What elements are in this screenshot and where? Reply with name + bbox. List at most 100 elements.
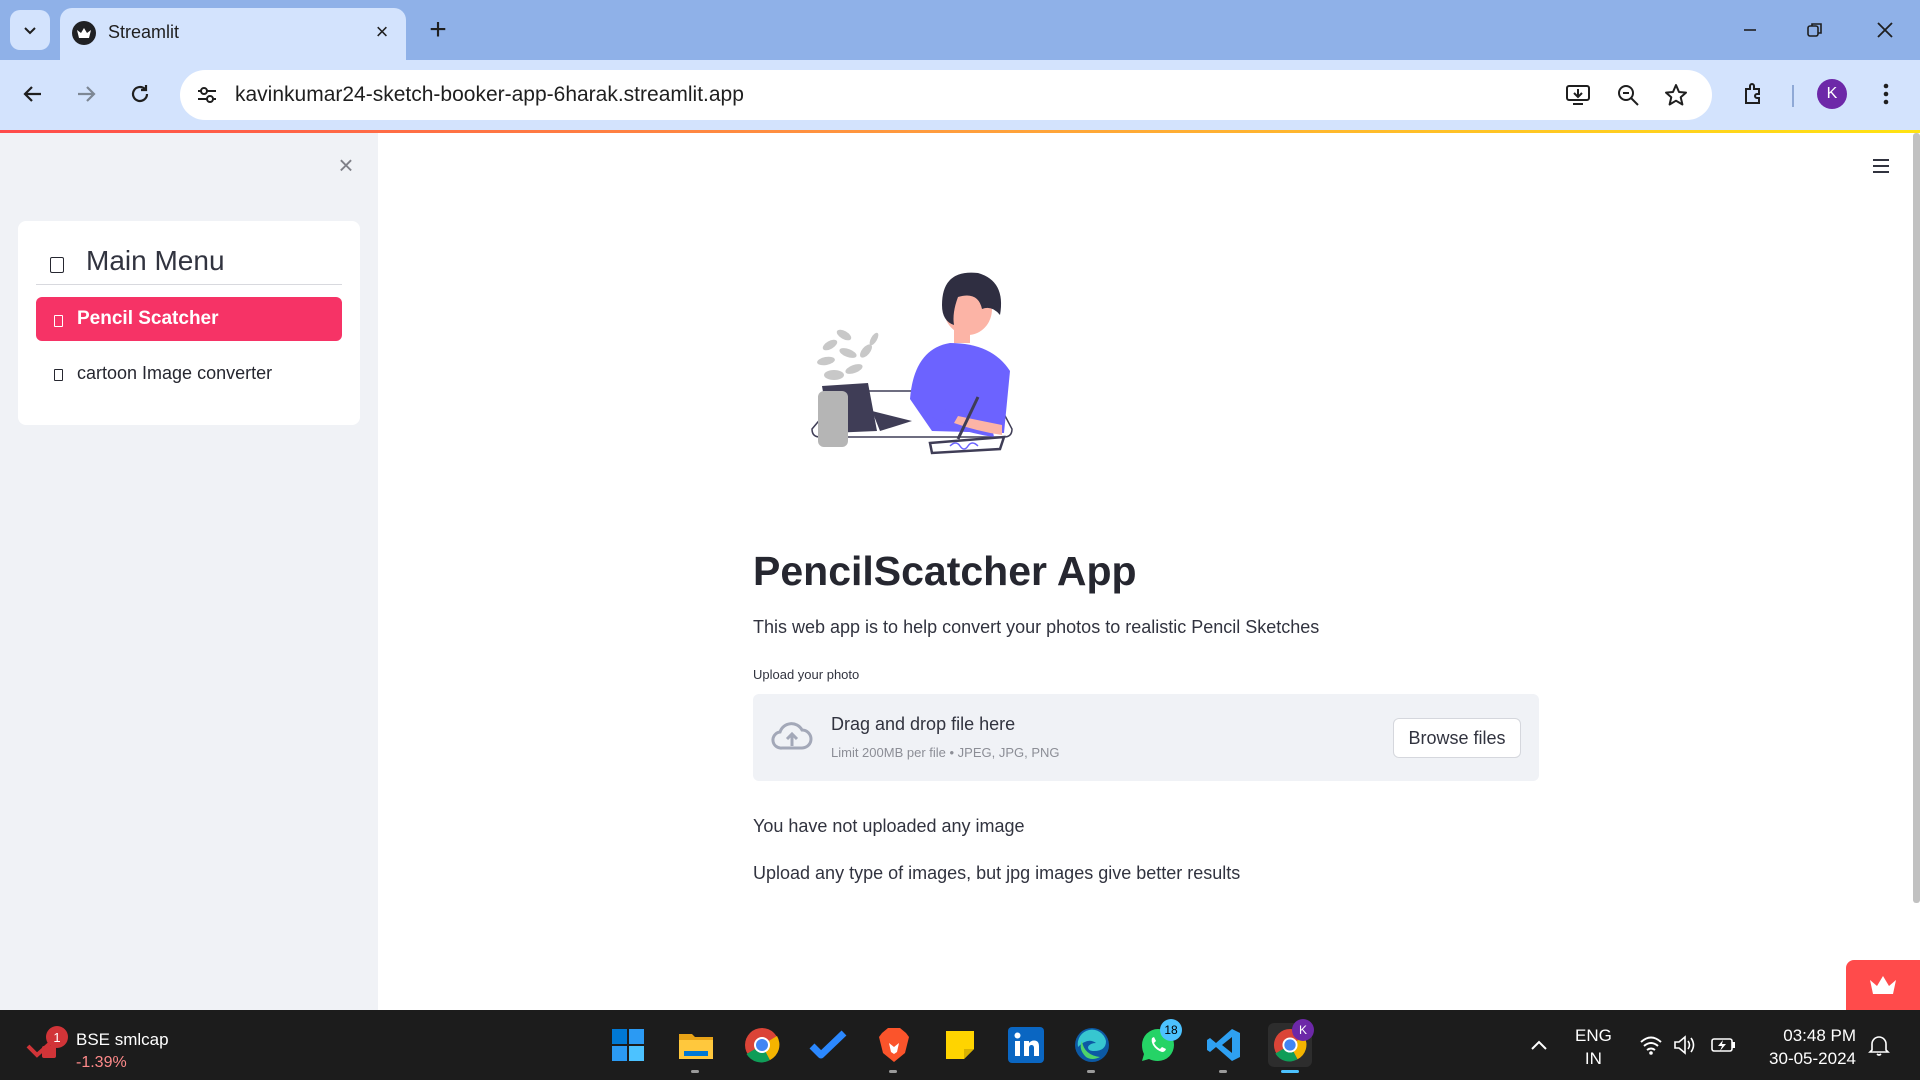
brave-button[interactable] <box>872 1023 916 1073</box>
restore-icon <box>1807 23 1822 37</box>
folder-icon <box>679 1034 713 1059</box>
forward-button[interactable] <box>66 74 106 114</box>
stock-name: BSE smlcap <box>76 1030 169 1049</box>
upload-tip-text: Upload any type of images, but jpg image… <box>753 863 1241 883</box>
tab-search-button[interactable] <box>10 10 50 50</box>
bookmark-star-icon[interactable] <box>1660 80 1692 110</box>
profile-avatar[interactable]: K <box>1817 79 1847 109</box>
active-indicator <box>1281 1070 1299 1073</box>
vscode-button[interactable] <box>1202 1023 1246 1073</box>
menu-item-label: cartoon Image converter <box>77 362 273 383</box>
checkmark-icon <box>809 1030 847 1059</box>
option-menu: Main Menu Pencil Scatcher cartoon Image … <box>18 221 360 425</box>
clock[interactable]: 03:48 PM 30-05-2024 <box>1760 1024 1856 1080</box>
close-icon <box>1877 22 1893 38</box>
restore-button[interactable] <box>1790 10 1840 50</box>
menu-item-label: Pencil Scatcher <box>77 308 219 329</box>
browse-files-button[interactable]: Browse files <box>1393 718 1521 758</box>
menu-item-icon <box>54 368 63 381</box>
chrome-active-button[interactable]: K <box>1268 1019 1314 1073</box>
chrome-profile-badge: K <box>1292 1019 1314 1041</box>
tab-close-icon[interactable]: × <box>368 18 396 46</box>
clock-date: 30-05-2024 <box>1769 1049 1856 1068</box>
manage-app-button[interactable] <box>1846 960 1920 1010</box>
notifications-icon[interactable] <box>1866 1032 1892 1058</box>
volume-icon[interactable] <box>1672 1032 1698 1058</box>
install-app-icon[interactable] <box>1562 80 1594 110</box>
edge-button[interactable] <box>1070 1023 1114 1073</box>
main-content: PencilScatcher App This web app is to he… <box>378 133 1920 1010</box>
running-indicator <box>691 1070 699 1073</box>
dropzone-instructions: Drag and drop file here <box>831 714 1016 734</box>
minimize-button[interactable] <box>1725 10 1775 50</box>
chrome-icon <box>745 1028 780 1063</box>
menu-item-cartoon-image-converter[interactable]: cartoon Image converter <box>36 351 342 395</box>
running-indicator <box>889 1070 897 1073</box>
language-indicator[interactable]: ENG IN <box>1575 1024 1612 1080</box>
stock-widget[interactable]: 1 BSE smlcap -1.39% <box>26 1020 206 1071</box>
menu-header: Main Menu <box>36 237 342 285</box>
linkedin-button[interactable] <box>1004 1023 1048 1067</box>
brave-lion-icon <box>879 1028 909 1062</box>
cloud-upload-icon <box>771 722 813 750</box>
whatsapp-button[interactable]: 18 <box>1136 1019 1182 1067</box>
windows-taskbar: 1 BSE smlcap -1.39% 18 K ENG IN 03:48 PM… <box>0 1010 1920 1080</box>
browser-toolbar: kavinkumar24-sketch-booker-app-6harak.st… <box>0 60 1920 130</box>
reload-button[interactable] <box>120 74 160 114</box>
vscode-icon <box>1207 1029 1240 1061</box>
page-description: This web app is to help convert your pho… <box>753 617 1320 637</box>
clock-time: 03:48 PM <box>1783 1026 1856 1045</box>
edge-icon <box>1075 1028 1109 1062</box>
show-hidden-icons-icon[interactable] <box>1526 1032 1552 1058</box>
menu-item-pencil-scatcher[interactable]: Pencil Scatcher <box>36 297 342 341</box>
url-text[interactable]: kavinkumar24-sketch-booker-app-6harak.st… <box>235 83 744 107</box>
upload-status-text: You have not uploaded any image <box>753 816 1025 836</box>
dropzone-limit-text: Limit 200MB per file • JPEG, JPG, PNG <box>831 745 1060 760</box>
more-menu-icon[interactable] <box>1866 74 1906 114</box>
language-code: ENG <box>1575 1026 1612 1045</box>
back-button[interactable] <box>13 74 53 114</box>
toolbar-divider <box>1792 85 1794 107</box>
todo-button[interactable] <box>806 1023 850 1067</box>
close-window-button[interactable] <box>1860 10 1910 50</box>
whatsapp-unread-badge: 18 <box>1160 1019 1182 1041</box>
chevron-down-icon <box>24 27 36 35</box>
illustration-image <box>811 272 1013 455</box>
file-explorer-button[interactable] <box>674 1023 718 1073</box>
battery-charging-icon[interactable] <box>1710 1032 1736 1058</box>
region-code: IN <box>1584 1049 1602 1068</box>
extensions-icon[interactable] <box>1734 74 1774 114</box>
minimize-icon <box>1744 29 1756 31</box>
sticky-notes-button[interactable] <box>938 1023 982 1067</box>
arrow-left-icon <box>23 86 41 102</box>
new-tab-button[interactable]: + <box>420 12 456 48</box>
chrome-button[interactable] <box>740 1023 784 1067</box>
linkedin-icon <box>1008 1027 1044 1063</box>
streamlit-favicon-icon <box>72 21 96 45</box>
browser-tab-streamlit[interactable]: Streamlit × <box>60 8 406 60</box>
zoom-icon[interactable] <box>1612 80 1644 110</box>
site-settings-icon[interactable] <box>192 80 222 110</box>
streamlit-crown-icon <box>1870 976 1896 994</box>
file-dropzone[interactable]: Drag and drop file here Limit 200MB per … <box>753 694 1539 781</box>
stock-change: -1.39% <box>76 1054 127 1071</box>
menu-item-icon <box>54 314 63 327</box>
menu-title: Main Menu <box>86 244 225 276</box>
windows-logo-icon <box>612 1029 644 1061</box>
scrollbar[interactable] <box>1913 133 1920 903</box>
close-sidebar-icon[interactable]: × <box>332 150 360 180</box>
running-indicator <box>1219 1070 1227 1073</box>
menu-icon <box>50 256 64 273</box>
tab-title: Streamlit <box>108 22 180 42</box>
sticky-note-icon <box>946 1031 974 1059</box>
start-button[interactable] <box>606 1023 650 1067</box>
reload-icon <box>131 85 149 103</box>
hamburger-menu-icon[interactable] <box>1868 153 1894 179</box>
sidebar: × Main Menu Pencil Scatcher cartoon Imag… <box>0 133 378 1010</box>
page-title: PencilScatcher App <box>753 548 1137 594</box>
wifi-icon[interactable] <box>1638 1032 1664 1058</box>
uploader-label: Upload your photo <box>753 667 860 682</box>
browser-tab-strip: Streamlit × + <box>0 0 1920 60</box>
arrow-right-icon <box>78 86 96 102</box>
address-bar[interactable]: kavinkumar24-sketch-booker-app-6harak.st… <box>180 70 1712 120</box>
